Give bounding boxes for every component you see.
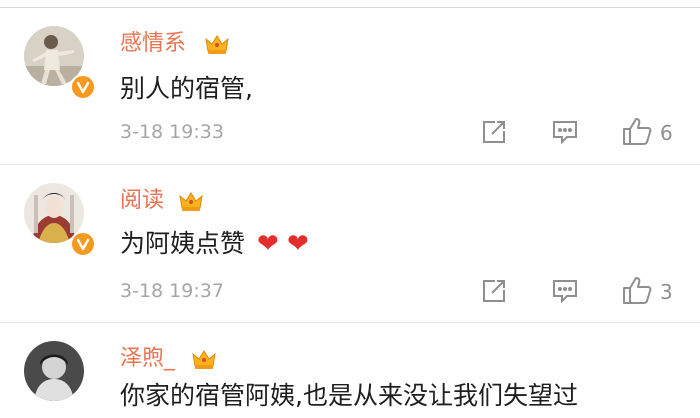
comment-item: 感情系 别人的宿管, 3-18 19:33 6	[0, 8, 700, 164]
username[interactable]: 泽煦_	[120, 345, 175, 373]
share-icon[interactable]	[481, 278, 507, 308]
comment-text: 别人的宿管,	[120, 74, 253, 103]
heart-emoji: ❤ ❤	[256, 229, 309, 259]
like-count: 6	[660, 121, 673, 145]
verified-badge-icon	[70, 231, 96, 257]
username[interactable]: 阅读	[120, 187, 164, 215]
comment-item: 阅读 为阿姨点赞 ❤ ❤ 3-18 19:37 3	[0, 165, 700, 321]
comment-text-body: 为阿姨点赞	[120, 229, 246, 258]
vip-crown-icon	[190, 347, 218, 371]
like-icon[interactable]	[622, 275, 652, 309]
comment-time: 3-18 19:33	[120, 121, 224, 143]
like-icon[interactable]	[622, 116, 652, 150]
comment-text: 为阿姨点赞 ❤ ❤	[120, 227, 309, 261]
comment-icon[interactable]	[552, 120, 578, 148]
vip-crown-icon	[203, 32, 231, 56]
comment-text: 你家的宿管阿姨,也是从来没让我们失望过	[120, 381, 578, 410]
avatar[interactable]	[24, 341, 84, 401]
comment-time: 3-18 19:37	[120, 280, 224, 302]
username[interactable]: 感情系	[120, 30, 186, 58]
comment-icon[interactable]	[552, 279, 578, 307]
verified-badge-icon	[70, 74, 96, 100]
like-count: 3	[660, 280, 673, 304]
share-icon[interactable]	[481, 119, 507, 149]
vip-crown-icon	[177, 189, 205, 213]
comment-item: 泽煦_ 你家的宿管阿姨,也是从来没让我们失望过	[0, 323, 700, 418]
